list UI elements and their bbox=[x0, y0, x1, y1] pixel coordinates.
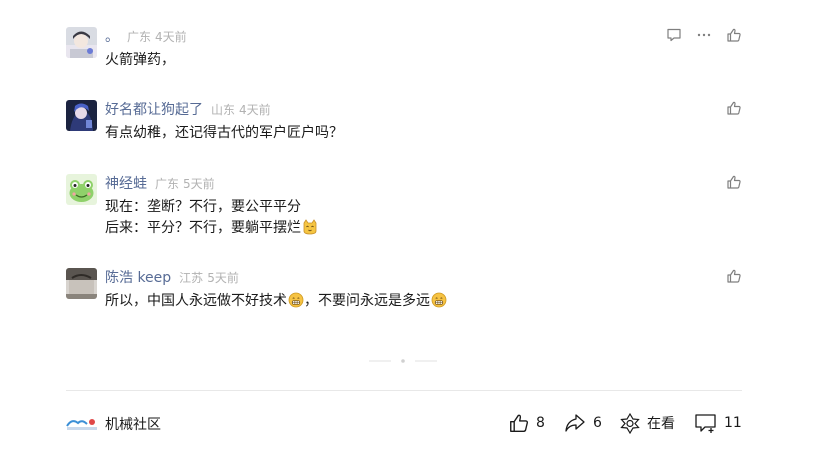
comment-actions bbox=[726, 174, 742, 190]
comment-meta: 好名都让狗起了 山东 4天前 bbox=[105, 100, 271, 118]
thumb-up-icon[interactable] bbox=[726, 100, 742, 116]
thumb-up-icon bbox=[508, 412, 530, 434]
comment-actions bbox=[666, 27, 742, 43]
article-footer: 机械社区 8 6 在看 11 bbox=[66, 410, 742, 438]
avatar[interactable] bbox=[66, 27, 97, 58]
comment-text: 有点幼稚，还记得古代的军户匠户吗？ bbox=[105, 123, 343, 144]
footer-divider bbox=[66, 390, 742, 391]
cat-emoji-icon bbox=[302, 219, 318, 235]
comment-button[interactable]: 11 bbox=[694, 412, 742, 434]
thumb-up-icon[interactable] bbox=[726, 174, 742, 190]
comment-actions bbox=[726, 100, 742, 116]
comment-nickname[interactable]: 陈浩 keep bbox=[105, 267, 171, 287]
comment-nickname[interactable]: 。 bbox=[105, 26, 119, 46]
thumb-up-icon[interactable] bbox=[726, 268, 742, 284]
like-count: 8 bbox=[536, 415, 545, 431]
share-arrow-icon bbox=[563, 412, 587, 434]
avatar[interactable] bbox=[66, 174, 97, 205]
comment-meta: 。 广东 4天前 bbox=[105, 27, 187, 45]
account-link[interactable]: 机械社区 bbox=[66, 414, 161, 434]
grin-emoji-icon bbox=[431, 292, 447, 308]
comment-text: 现在：垄断？不行，要公平平分 后来：平分？不行，要躺平摆烂 bbox=[105, 197, 318, 239]
comment-line: 后来：平分？不行，要躺平摆烂 bbox=[105, 220, 301, 236]
comment-text: 火箭弹药， bbox=[105, 50, 175, 71]
like-button[interactable]: 8 bbox=[508, 412, 545, 434]
comment-bubble-icon bbox=[694, 412, 718, 434]
watching-label: 在看 bbox=[647, 416, 675, 432]
account-name: 机械社区 bbox=[105, 417, 161, 433]
comment-location: 江苏 bbox=[179, 270, 204, 285]
comment-line: ，不要问永远是多远 bbox=[304, 293, 430, 309]
comment-nickname[interactable]: 好名都让狗起了 bbox=[105, 99, 203, 119]
comment-actions bbox=[726, 268, 742, 284]
grin-emoji-icon bbox=[288, 292, 304, 308]
comment-line-with-emoji: 所以，中国人永远做不好技术 ，不要问永远是多远 bbox=[105, 291, 447, 312]
watching-button[interactable]: 在看 bbox=[619, 412, 675, 434]
comment-meta: 陈浩 keep 江苏 5天前 bbox=[105, 268, 239, 286]
avatar[interactable] bbox=[66, 100, 97, 131]
comment-location: 山东 bbox=[211, 102, 236, 117]
end-of-comments-divider bbox=[369, 351, 437, 363]
comment-line: 所以，中国人永远做不好技术 bbox=[105, 293, 287, 309]
more-icon[interactable] bbox=[696, 27, 712, 43]
share-button[interactable]: 6 bbox=[563, 412, 602, 434]
comment-bubble-icon[interactable] bbox=[666, 27, 682, 43]
comment-time: 5天前 bbox=[183, 176, 215, 191]
comment-location: 广东 bbox=[127, 29, 152, 44]
account-logo-icon bbox=[66, 416, 98, 432]
comment-meta: 神经蛙 广东 5天前 bbox=[105, 174, 215, 192]
comment-line: 现在：垄断？不行，要公平平分 bbox=[105, 199, 301, 215]
share-count: 6 bbox=[593, 415, 602, 431]
avatar[interactable] bbox=[66, 268, 97, 299]
comment-text: 所以，中国人永远做不好技术 ，不要问永远是多远 bbox=[105, 291, 447, 312]
comment-time: 4天前 bbox=[239, 102, 271, 117]
comment-location: 广东 bbox=[155, 176, 180, 191]
comment-line-with-emoji: 后来：平分？不行，要躺平摆烂 bbox=[105, 218, 318, 239]
comment-time: 4天前 bbox=[155, 29, 187, 44]
comment-line: 有点幼稚，还记得古代的军户匠户吗？ bbox=[105, 125, 343, 141]
comment-count: 11 bbox=[724, 415, 742, 431]
flower-icon bbox=[619, 412, 641, 434]
comment-nickname[interactable]: 神经蛙 bbox=[105, 173, 147, 193]
comment-line: 火箭弹药， bbox=[105, 52, 175, 68]
comment-time: 5天前 bbox=[207, 270, 239, 285]
thumb-up-icon[interactable] bbox=[726, 27, 742, 43]
